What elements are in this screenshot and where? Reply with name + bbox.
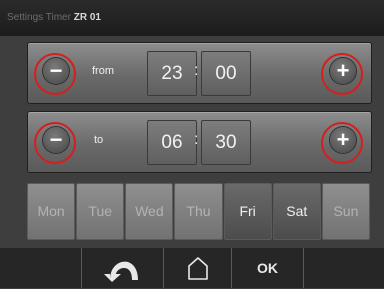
day-wed[interactable]: Wed	[125, 183, 174, 240]
bottom-nav-bar: OK	[0, 248, 384, 288]
breadcrumb: Settings Timer ZR 01	[7, 12, 101, 23]
from-decrease-button[interactable]: −	[43, 58, 69, 84]
to-increase-button[interactable]: +	[330, 127, 356, 153]
from-increase-button[interactable]: +	[330, 58, 356, 84]
title-bar: Settings Timer ZR 01	[0, 0, 384, 36]
day-tue[interactable]: Tue	[76, 183, 125, 240]
nav-divider	[303, 248, 304, 288]
breadcrumb-timer[interactable]: Timer	[46, 12, 71, 23]
day-sun[interactable]: Sun	[321, 183, 370, 240]
from-time-row: − from 23 : 00 +	[27, 42, 372, 104]
home-icon	[187, 257, 208, 280]
ok-button[interactable]: OK	[232, 248, 303, 288]
to-decrease-button[interactable]: −	[43, 127, 69, 153]
day-sat[interactable]: Sat	[272, 183, 321, 240]
day-mon[interactable]: Mon	[27, 183, 76, 240]
from-time-separator: :	[194, 62, 199, 79]
breadcrumb-current: ZR 01	[73, 12, 101, 23]
from-hours-field[interactable]: 23	[147, 51, 197, 96]
back-button[interactable]	[82, 248, 163, 288]
to-hours-field[interactable]: 06	[147, 120, 197, 165]
weekday-selector: Mon Tue Wed Thu Fri Sat Sun	[27, 183, 370, 240]
from-minutes-field[interactable]: 00	[201, 51, 251, 96]
breadcrumb-settings[interactable]: Settings	[7, 12, 43, 23]
to-minutes-field[interactable]: 30	[201, 120, 251, 165]
to-label: to	[94, 134, 104, 146]
to-time-separator: :	[194, 131, 199, 148]
home-button[interactable]	[164, 248, 231, 288]
ok-label: OK	[257, 260, 278, 276]
back-arrow-icon	[103, 261, 138, 282]
to-time-row: − to 06 : 30 +	[27, 111, 372, 173]
day-thu[interactable]: Thu	[174, 183, 223, 240]
from-label: from	[92, 65, 114, 77]
day-fri[interactable]: Fri	[223, 183, 272, 240]
